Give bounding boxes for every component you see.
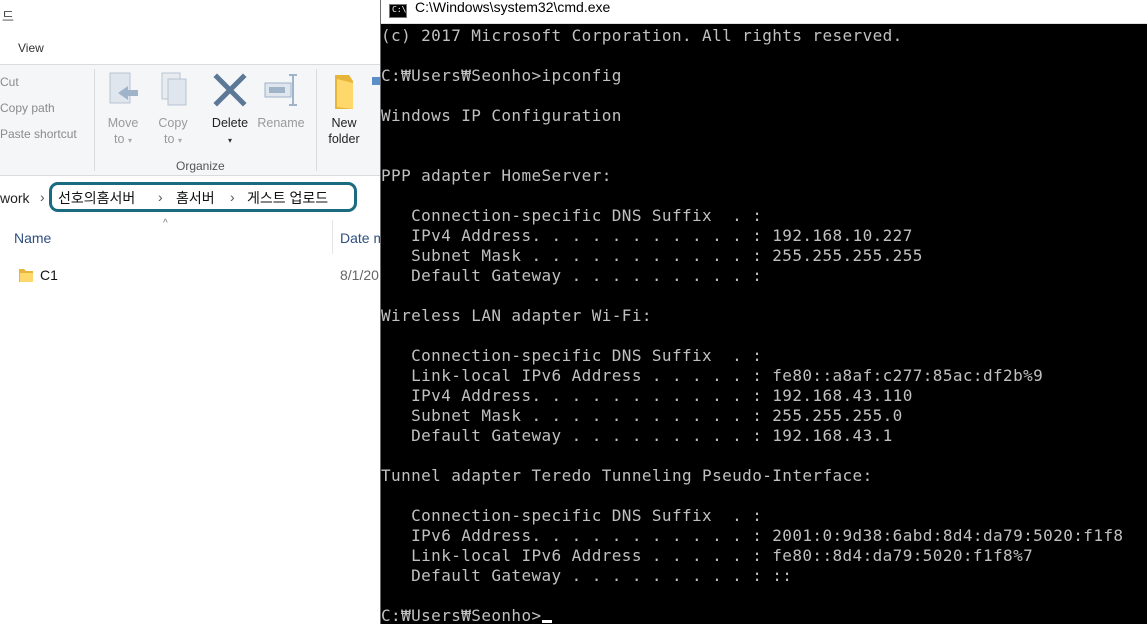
window-title-fragment: 드	[2, 9, 14, 24]
copy-to-button[interactable]: Copy to ▾	[154, 71, 192, 149]
cmd-title-bar[interactable]: C:\ C:\Windows\system32\cmd.exe	[381, 0, 1147, 24]
cmd-icon-text: C:\	[392, 5, 407, 14]
new-folder-button[interactable]: New folder	[322, 71, 366, 147]
breadcrumb-network[interactable]: work	[0, 190, 30, 206]
chevron-right-icon: ›	[230, 189, 235, 205]
delete-label: Delete	[211, 116, 249, 130]
dropdown-caret-icon: ▾	[227, 136, 232, 145]
console-line: (c) 2017 Microsoft Corporation. All righ…	[381, 26, 903, 45]
console-line: IPv4 Address. . . . . . . . . . . : 192.…	[381, 226, 913, 245]
ribbon-overflow-icon	[372, 77, 380, 85]
console-line: Default Gateway . . . . . . . . . : 192.…	[381, 426, 893, 445]
console-line: Subnet Mask . . . . . . . . . . . : 255.…	[381, 246, 923, 265]
command-prompt-window[interactable]: C:\ C:\Windows\system32\cmd.exe (c) 2017…	[380, 0, 1147, 624]
delete-x-icon	[213, 73, 247, 107]
console-line: Default Gateway . . . . . . . . . : ::	[381, 566, 793, 585]
new-folder-label-line2: folder	[328, 132, 360, 146]
console-line: C:₩Users₩Seonho>	[381, 606, 1147, 624]
folder-icon	[335, 75, 353, 109]
console-line: Connection-specific DNS Suffix . :	[381, 206, 763, 225]
cut-button[interactable]: Cut	[0, 75, 19, 89]
breadcrumb-item[interactable]: 선호의홈서버	[58, 188, 135, 208]
copy-to-label-line2: to	[164, 132, 175, 146]
console-line: C:₩Users₩Seonho>ipconfig	[381, 66, 622, 85]
chevron-right-icon: ›	[158, 189, 163, 205]
file-list-row[interactable]: C1 8/1/20	[0, 262, 380, 288]
ribbon-tab-strip: 드 View	[0, 0, 380, 64]
copy-to-label: Copy	[158, 116, 188, 130]
rename-label: Rename	[257, 116, 305, 130]
column-divider[interactable]	[332, 220, 333, 254]
paste-shortcut-button[interactable]: Paste shortcut	[0, 127, 77, 141]
console-line: Subnet Mask . . . . . . . . . . . : 255.…	[381, 406, 903, 425]
move-to-label: Move	[107, 116, 139, 130]
column-header-row: ^ Name Date m	[0, 218, 380, 258]
move-to-icon	[109, 72, 138, 104]
console-line: Connection-specific DNS Suffix . :	[381, 346, 763, 365]
copy-to-icon	[161, 72, 187, 106]
console-line: Connection-specific DNS Suffix . :	[381, 506, 763, 525]
console-output[interactable]: (c) 2017 Microsoft Corporation. All righ…	[381, 26, 1147, 624]
ribbon-divider	[316, 69, 317, 171]
rename-button[interactable]: Rename	[256, 71, 306, 131]
column-header-name[interactable]: Name	[14, 230, 51, 246]
move-to-button[interactable]: Move to ▾	[104, 71, 142, 149]
ribbon: Cut Copy path Paste shortcut Move to ▾ C…	[0, 64, 380, 176]
console-line: Tunnel adapter Teredo Tunneling Pseudo-I…	[381, 466, 873, 485]
console-line: IPv4 Address. . . . . . . . . . . : 192.…	[381, 386, 913, 405]
console-line: PPP adapter HomeServer:	[381, 166, 612, 185]
delete-button[interactable]: Delete ▾	[208, 71, 252, 149]
console-line: Wireless LAN adapter Wi-Fi:	[381, 306, 652, 325]
copy-path-button[interactable]: Copy path	[0, 101, 55, 115]
dropdown-caret-icon: ▾	[177, 136, 182, 145]
text-cursor	[541, 620, 552, 623]
console-line: Link-local IPv6 Address . . . . . : fe80…	[381, 366, 1044, 385]
chevron-right-icon: ›	[40, 189, 45, 205]
address-bar[interactable]: work › 선호의홈서버 › 홈서버 › 게스트 업로드	[0, 180, 380, 214]
folder-icon	[19, 269, 33, 282]
console-line: Link-local IPv6 Address . . . . . : fe80…	[381, 546, 1034, 565]
console-line: IPv6 Address. . . . . . . . . . . : 2001…	[381, 526, 1124, 545]
breadcrumb-item[interactable]: 홈서버	[176, 188, 215, 208]
breadcrumb-item[interactable]: 게스트 업로드	[247, 188, 328, 208]
cmd-window-title: C:\Windows\system32\cmd.exe	[415, 0, 611, 15]
move-to-label-line2: to	[114, 132, 125, 146]
column-header-date[interactable]: Date m	[340, 230, 380, 246]
console-line: Default Gateway . . . . . . . . . :	[381, 266, 763, 285]
file-date: 8/1/20	[340, 267, 379, 283]
file-explorer-window: 드 View Cut Copy path Paste shortcut Move…	[0, 0, 380, 624]
tab-view[interactable]: View	[18, 41, 44, 55]
sort-ascending-icon: ^	[163, 218, 168, 229]
new-folder-label: New	[331, 116, 357, 130]
cmd-app-icon: C:\	[389, 4, 407, 18]
file-name: C1	[40, 267, 58, 283]
dropdown-caret-icon: ▾	[127, 136, 132, 145]
ribbon-divider	[94, 69, 95, 171]
rename-icon	[264, 74, 297, 106]
console-line: Windows IP Configuration	[381, 106, 622, 125]
organize-group-label: Organize	[176, 159, 225, 173]
